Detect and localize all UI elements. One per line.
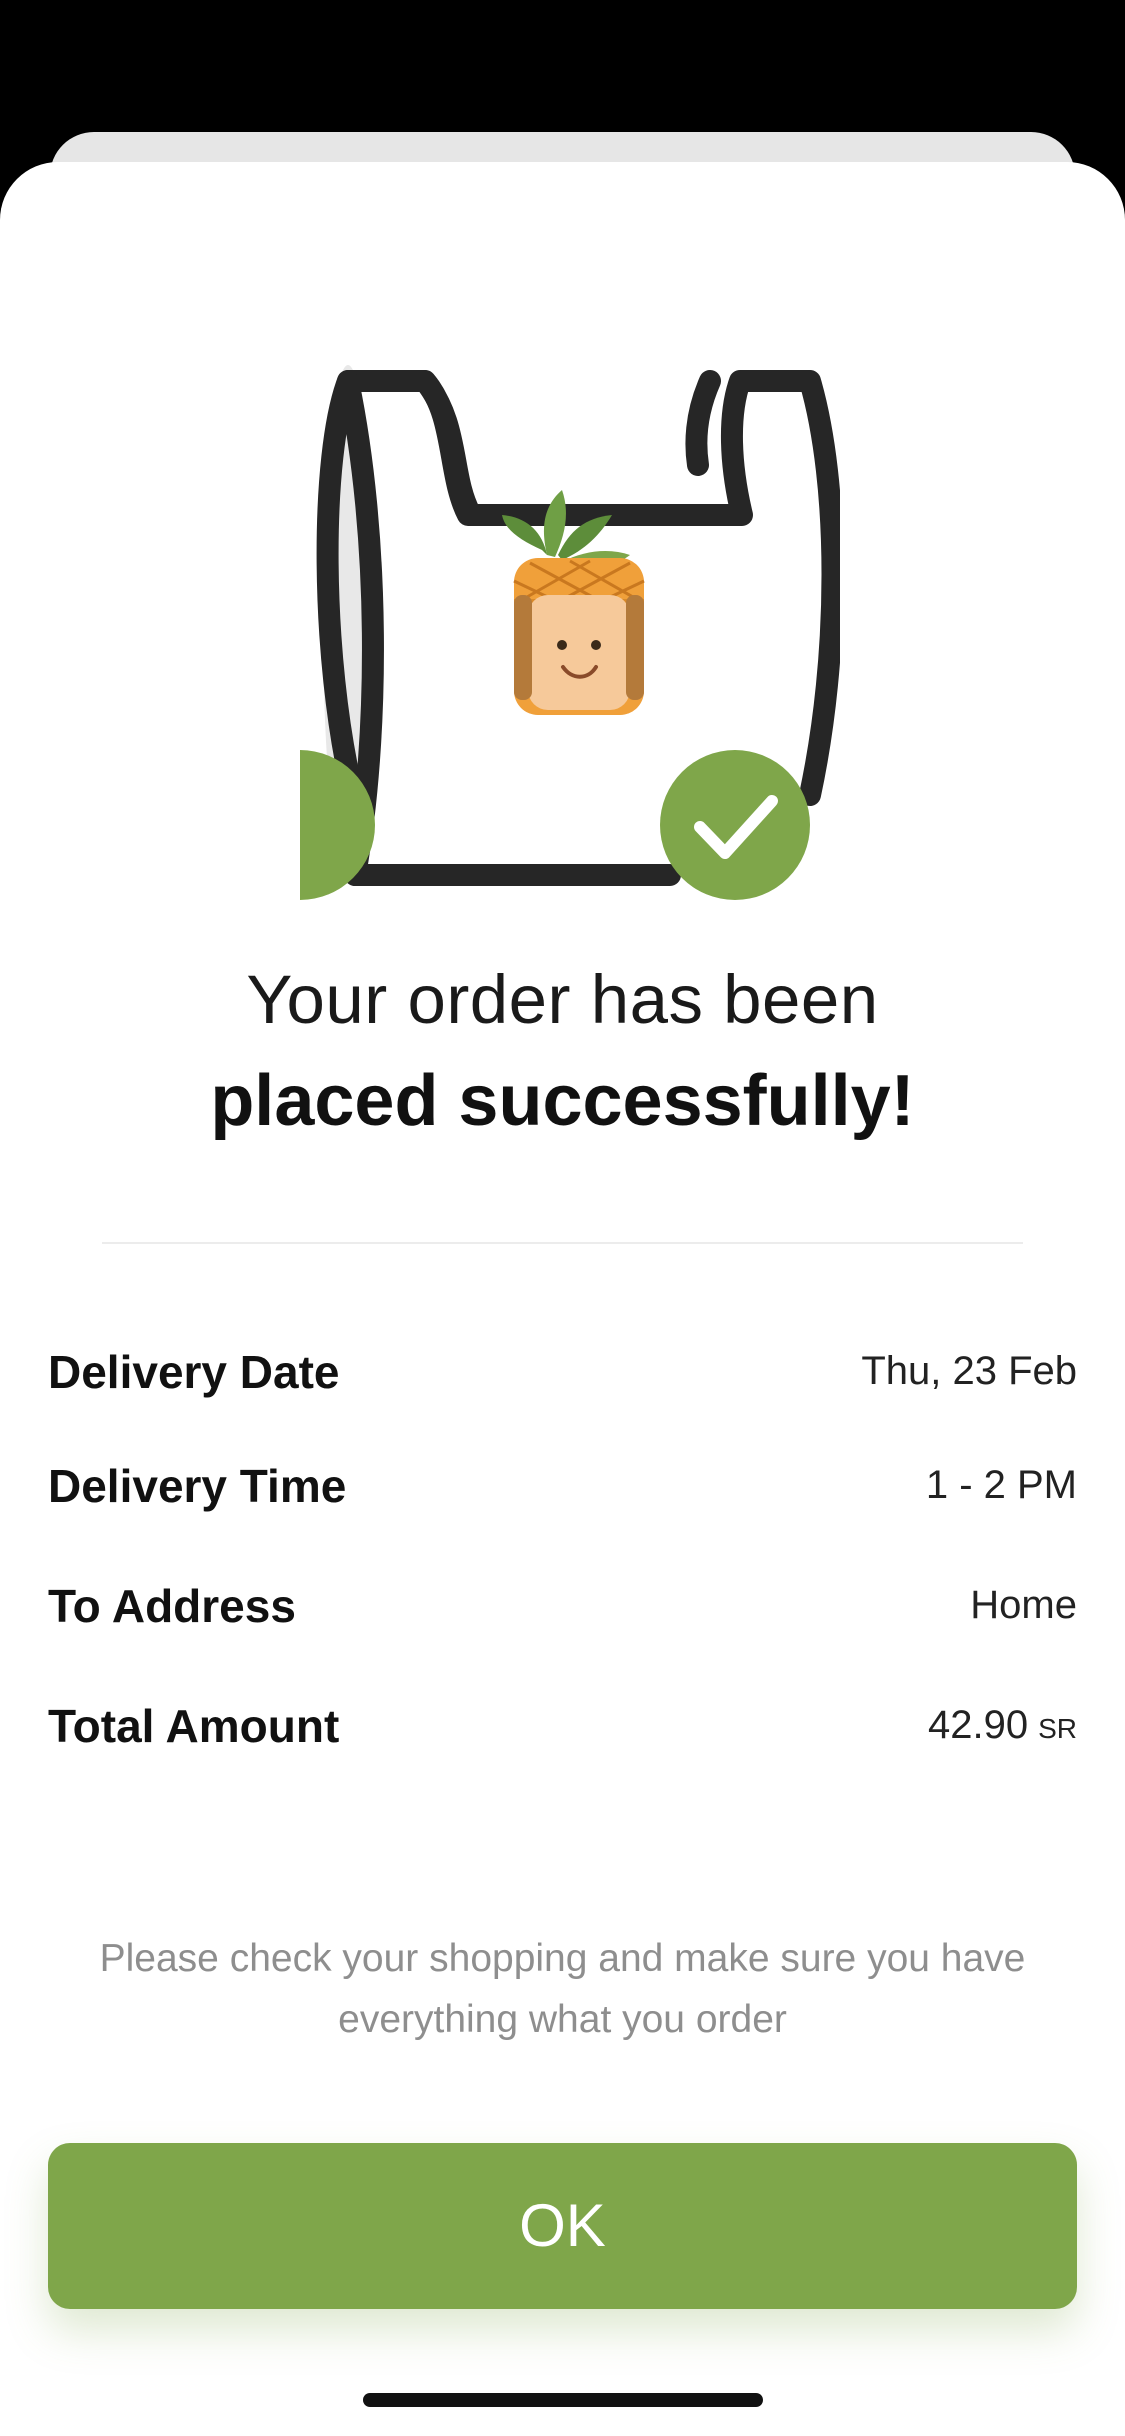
- to-address-label: To Address: [48, 1580, 296, 1632]
- divider: [102, 1242, 1023, 1244]
- ok-button[interactable]: OK: [48, 2143, 1077, 2309]
- total-amount-value: 42.90 SR: [928, 1703, 1077, 1748]
- total-amount-row: Total Amount 42.90 SR: [48, 1699, 1077, 1769]
- delivery-date-label: Delivery Date: [48, 1346, 340, 1398]
- delivery-time-value: 1 - 2 PM: [925, 1463, 1077, 1507]
- currency-unit: SR: [1038, 1713, 1077, 1744]
- home-indicator[interactable]: [363, 2393, 763, 2407]
- delivery-date-value: Thu, 23 Feb: [861, 1349, 1077, 1393]
- to-address-row: To Address Home: [48, 1579, 1077, 1649]
- success-title-line1: Your order has been: [246, 961, 879, 1038]
- check-shopping-note: Please check your shopping and make sure…: [99, 1937, 1026, 2041]
- delivery-date-row: Delivery Date Thu, 23 Feb: [48, 1345, 1077, 1415]
- delivery-time-row: Delivery Time 1 - 2 PM: [48, 1459, 1077, 1529]
- delivery-time-label: Delivery Time: [48, 1460, 347, 1512]
- success-title-line2: placed successfully!: [210, 1061, 915, 1141]
- order-success-illustration: [300, 365, 840, 900]
- to-address-value: Home: [970, 1583, 1077, 1627]
- total-amount-label: Total Amount: [48, 1700, 340, 1752]
- screen: Your order has been placed successfully!…: [0, 0, 1125, 2436]
- total-amount-number: 42.90: [927, 1703, 1029, 1747]
